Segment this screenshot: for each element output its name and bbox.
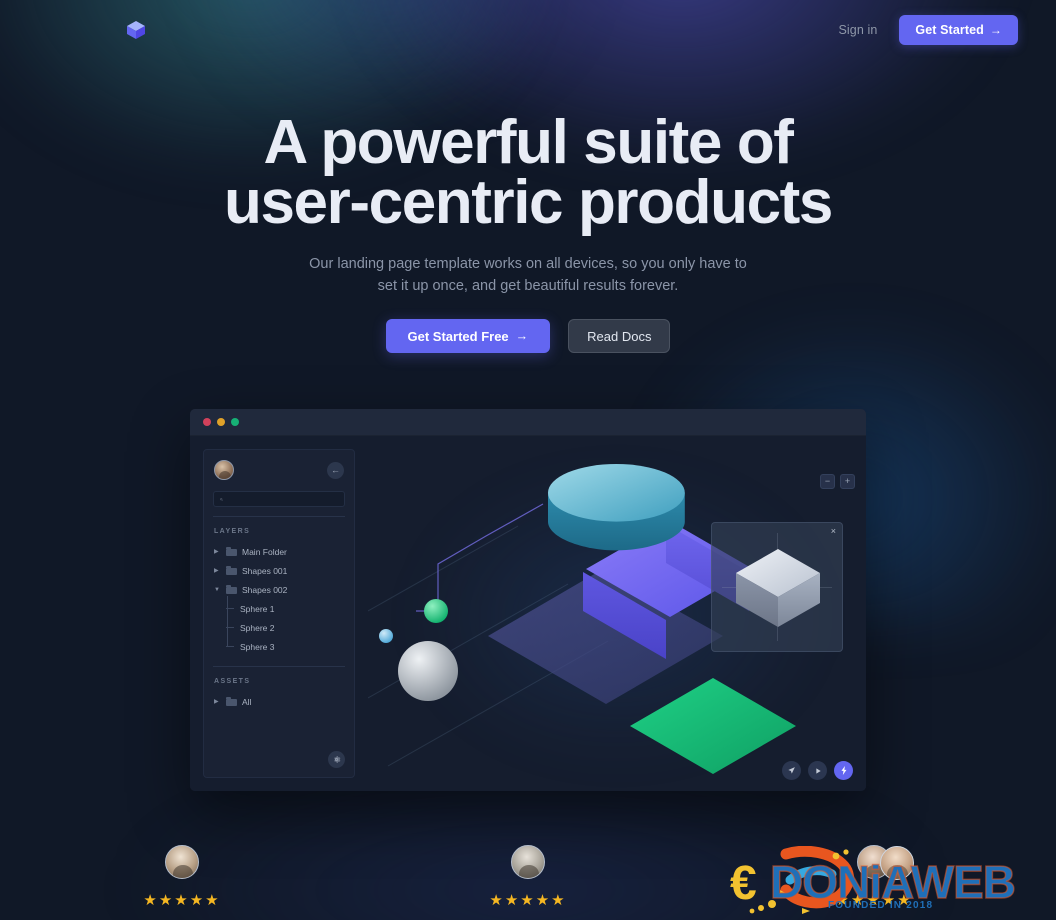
chevron-right-icon: ▶ (214, 567, 219, 574)
testimonial-card: ★★★★★ “The only tool that has the techno… (776, 840, 972, 920)
arrow-right-icon: → (989, 23, 1002, 37)
layer-row-shapes-001[interactable]: ▶ Shapes 001 (204, 561, 354, 580)
landing-page: Sign in Get Started → A powerful suite o… (0, 0, 1056, 920)
read-docs-button[interactable]: Read Docs (568, 319, 671, 353)
sign-in-link[interactable]: Sign in (838, 23, 877, 37)
tree-branch-line (226, 627, 234, 628)
search-icon (220, 497, 223, 501)
hero-subtitle-line-2: set it up once, and get beautiful result… (377, 278, 679, 294)
folder-icon (226, 697, 237, 706)
tree-branch-line (226, 608, 234, 609)
assets-tree: ▶ All (204, 692, 354, 711)
layer-label: Shapes 001 (242, 565, 288, 576)
list-item[interactable]: Sphere 1 (204, 599, 354, 618)
layer-label: Main Folder (242, 546, 287, 557)
get-started-free-label: Get Started Free (407, 328, 509, 344)
layers-section-label: LAYERS (214, 528, 251, 535)
app-body: ← LAYERS ▶ Main Folder ▶ Shapes 001 ▼ Sh… (190, 436, 866, 791)
navigate-tool-button[interactable] (782, 761, 801, 780)
folder-icon (226, 585, 237, 594)
object-preview-panel: × (711, 522, 843, 652)
play-triangle-icon (815, 767, 821, 774)
app-canvas[interactable]: − + × (368, 436, 866, 791)
testimonial-card: ★★★★★ “The only tool that has the techno… (84, 840, 280, 920)
asset-row-all[interactable]: ▶ All (204, 692, 354, 711)
preview-cube-icon (736, 549, 820, 627)
arrow-left-icon: ← (331, 465, 340, 475)
testimonials-section: ★★★★★ “The only tool that has the techno… (0, 840, 1056, 920)
testimonial-avatar-3 (857, 845, 891, 879)
hero-cta-group: Get Started Free → Read Docs (0, 319, 1056, 353)
canvas-toolbar (782, 761, 853, 780)
sidebar-search[interactable] (213, 491, 345, 507)
app-sidebar: ← LAYERS ▶ Main Folder ▶ Shapes 001 ▼ Sh… (203, 449, 355, 778)
chevron-right-icon: ▶ (214, 698, 219, 705)
gear-icon (334, 756, 341, 763)
layer-label: Shapes 002 (242, 584, 288, 595)
sphere-label: Sphere 3 (240, 641, 275, 652)
arrow-right-icon: → (515, 329, 529, 343)
status-badge: ★★★★★ (835, 892, 913, 909)
tree-branch-line (226, 646, 234, 647)
sidebar-collapse-button[interactable]: ← (327, 461, 344, 479)
hero-heading-line-2: user-centric products (224, 168, 833, 237)
app-window-mockup: ← LAYERS ▶ Main Folder ▶ Shapes 001 ▼ Sh… (190, 409, 866, 791)
layer-row-main-folder[interactable]: ▶ Main Folder (204, 542, 354, 561)
folder-icon (226, 566, 237, 575)
hero-subtitle: Our landing page template works on all d… (0, 253, 1056, 297)
chevron-right-icon: ▶ (214, 548, 219, 555)
header-nav: Sign in Get Started → (838, 15, 1018, 45)
get-started-label: Get Started (915, 23, 984, 37)
page-title: A powerful suite of user-centric product… (0, 112, 1056, 234)
window-titlebar (190, 409, 866, 436)
zoom-controls: − + (820, 474, 855, 489)
sphere-label: Sphere 2 (240, 622, 275, 633)
avatar[interactable] (214, 460, 234, 480)
lightning-bolt-icon (840, 766, 846, 775)
hero-heading-line-1: A powerful suite of (263, 108, 794, 177)
hero-subtitle-line-1: Our landing page template works on all d… (309, 256, 747, 272)
sidebar-divider-top (213, 516, 345, 517)
get-started-free-button[interactable]: Get Started Free → (385, 319, 551, 353)
get-started-button[interactable]: Get Started → (899, 15, 1018, 45)
window-minimize-button[interactable] (217, 418, 225, 426)
folder-icon (226, 547, 237, 556)
assets-section-label: ASSETS (214, 678, 251, 685)
status-badge: ★★★★★ (143, 892, 221, 909)
site-header: Sign in Get Started → (0, 0, 1056, 59)
sidebar-header: ← (204, 450, 354, 480)
list-item[interactable]: Sphere 2 (204, 618, 354, 637)
testimonial-card: ★★★★★ “The only tool that has the techno… (430, 840, 626, 920)
window-close-button[interactable] (203, 418, 211, 426)
play-tool-button[interactable] (808, 761, 827, 780)
settings-button[interactable] (328, 751, 345, 768)
sidebar-divider-bottom (213, 666, 345, 667)
zoom-in-button[interactable]: + (840, 474, 855, 489)
list-item[interactable]: Sphere 3 (204, 637, 354, 656)
cursor-arrow-icon (788, 767, 795, 774)
testimonial-avatar-2 (511, 845, 545, 879)
status-badge: ★★★★★ (489, 892, 567, 909)
zoom-out-button[interactable]: − (820, 474, 835, 489)
testimonial-avatar-1 (165, 845, 199, 879)
cube-logo-icon[interactable] (124, 18, 148, 42)
layers-tree: ▶ Main Folder ▶ Shapes 001 ▼ Shapes 002 (204, 542, 354, 656)
search-input[interactable] (228, 494, 338, 504)
asset-label: All (242, 696, 252, 707)
sphere-label: Sphere 1 (240, 603, 275, 614)
chevron-down-icon: ▼ (214, 586, 220, 593)
window-maximize-button[interactable] (231, 418, 239, 426)
effects-tool-button[interactable] (834, 761, 853, 780)
